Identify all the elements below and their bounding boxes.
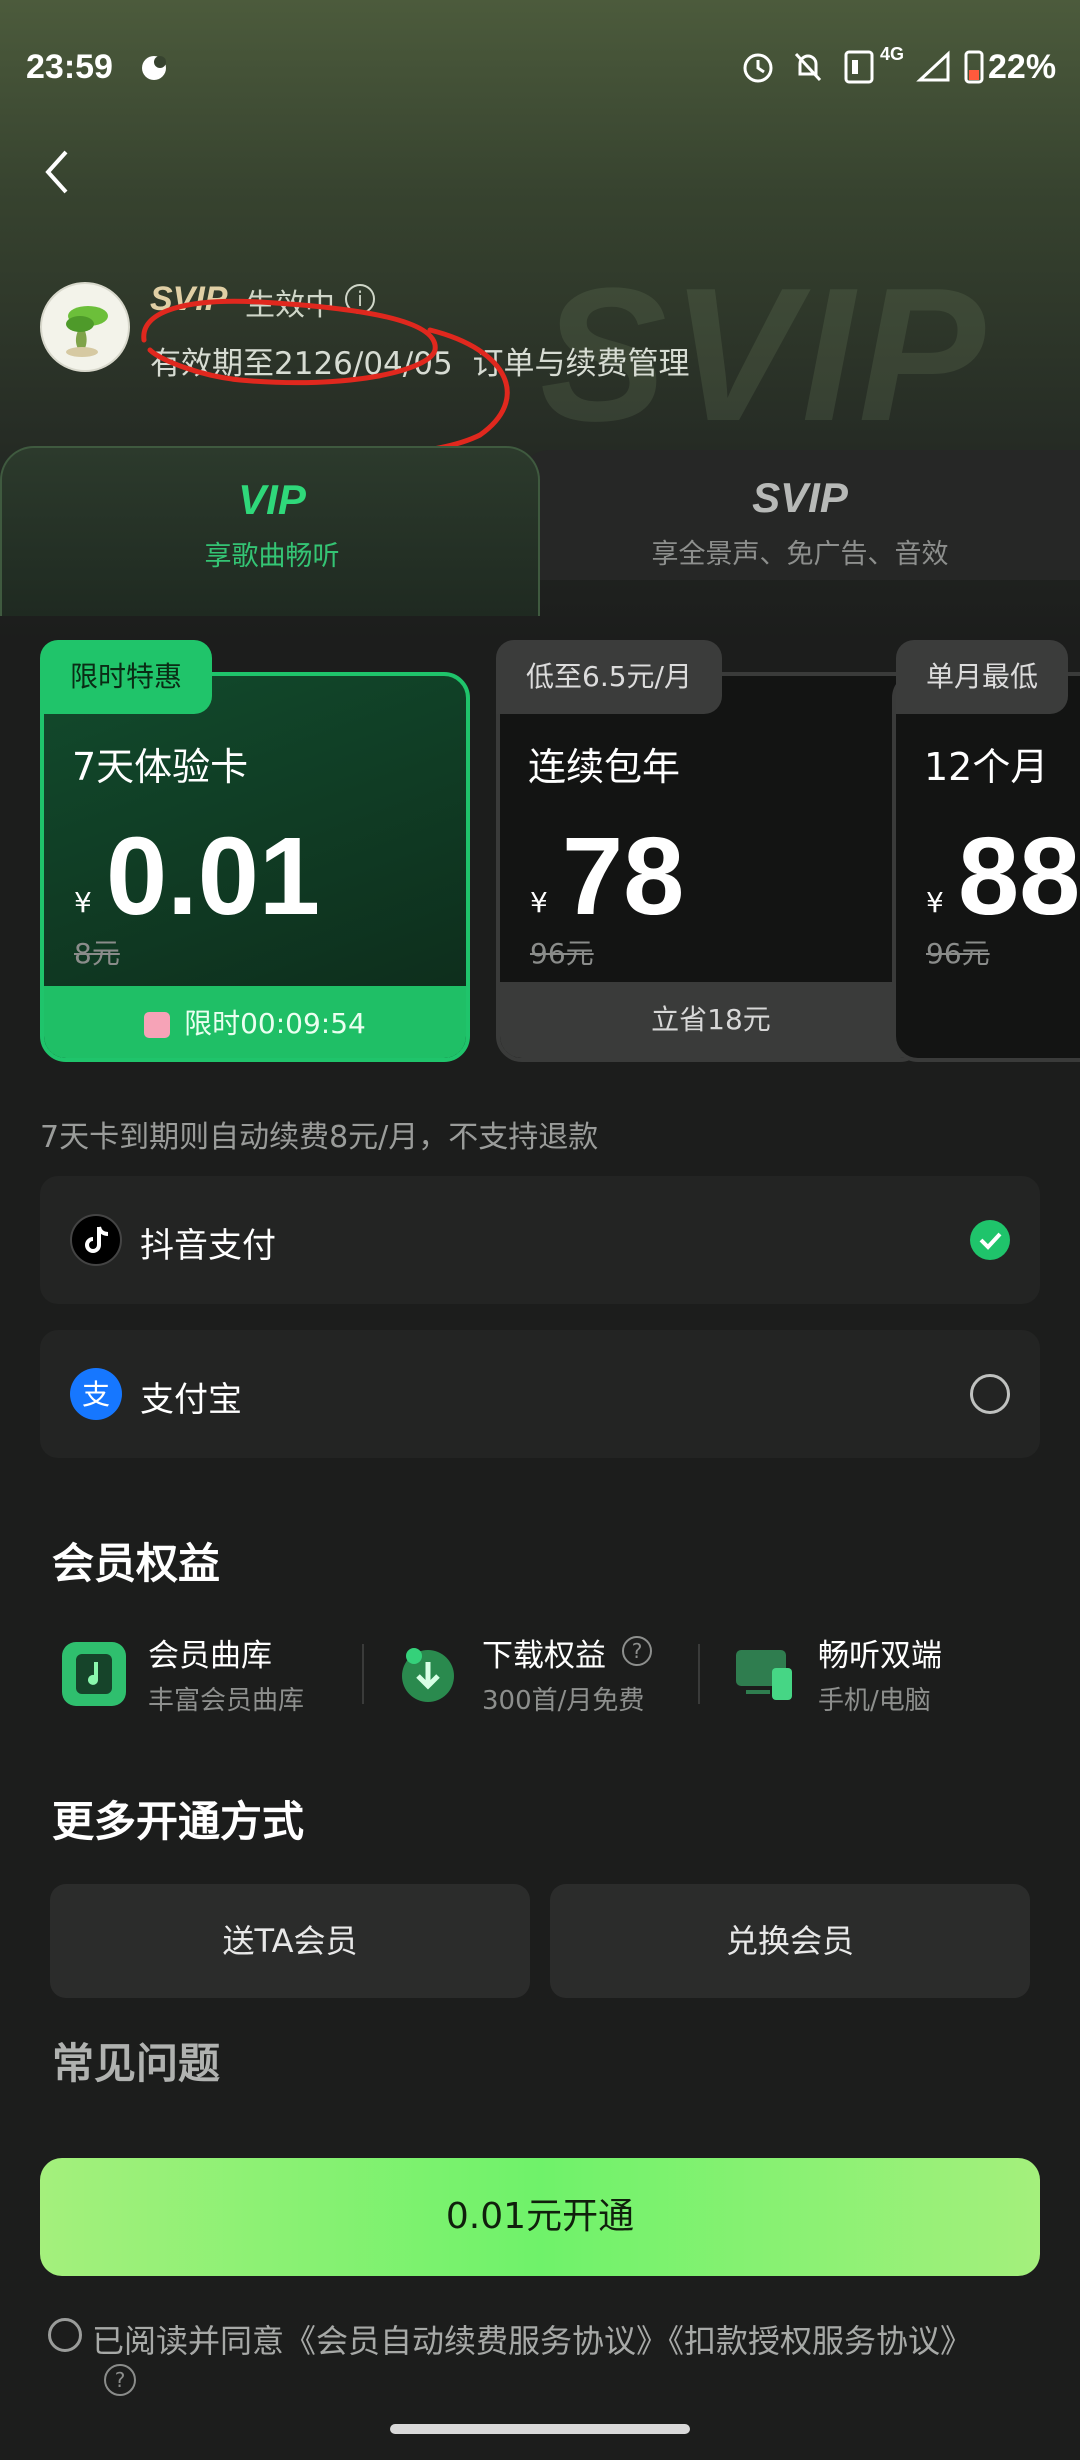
product-tag: 单月最低 <box>896 640 1069 714</box>
avatar-image <box>66 306 108 357</box>
back-button[interactable] <box>36 144 80 200</box>
benefit-name: 畅听双端 <box>818 1638 942 1674</box>
original-price: 96元 <box>530 937 594 970</box>
network-type: 4G <box>880 44 905 64</box>
benefit-desc: 手机/电脑 <box>818 1686 931 1716</box>
alarm-icon <box>740 46 776 86</box>
multi-device-icon <box>732 1642 796 1706</box>
chevron-left-icon <box>45 150 68 194</box>
original-price: 8元 <box>74 937 120 970</box>
benefit-name: 下载权益 <box>482 1638 606 1674</box>
info-icon[interactable]: i <box>345 284 375 314</box>
agreement-checkbox[interactable] <box>48 2318 82 2352</box>
home-indicator[interactable] <box>390 2424 690 2434</box>
help-icon[interactable]: ? <box>622 1636 652 1666</box>
order-manage-link[interactable]: 订单与续费管理 <box>473 346 690 382</box>
divider <box>698 1644 700 1704</box>
product-card-trial[interactable]: 7天体验卡 ¥ 0.01 8元 限时00:09:54 <box>40 672 470 1062</box>
sim-icon <box>842 46 876 86</box>
product-price: 78 <box>562 815 685 938</box>
checked-icon[interactable] <box>970 1220 1010 1260</box>
tab-vip-title: VIP <box>238 476 306 523</box>
redeem-membership-button[interactable]: 兑换会员 <box>550 1884 1030 1998</box>
benefit-desc: 丰富会员曲库 <box>148 1686 305 1716</box>
product-tag: 低至6.5元/月 <box>496 640 722 714</box>
agreement-help-icon[interactable]: ? <box>104 2364 136 2396</box>
douyin-pay-icon <box>70 1214 122 1266</box>
member-expire: 有效期至2126/04/05 订单与续费管理 <box>150 338 690 383</box>
battery-icon <box>962 46 986 86</box>
mute-icon <box>790 46 826 86</box>
product-price: 88 <box>958 815 1080 938</box>
tab-svip-title: SVIP <box>752 474 848 521</box>
more-methods-title: 更多开通方式 <box>52 1797 305 1846</box>
product-price: 0.01 <box>106 815 321 938</box>
countdown-text: 限时00:09:54 <box>184 1007 366 1040</box>
benefit-name: 会员曲库 <box>148 1638 272 1674</box>
product-name: 连续包年 <box>528 745 681 789</box>
benefits-title: 会员权益 <box>52 1539 221 1588</box>
member-level-badge: SVIP <box>150 280 228 318</box>
product-card-12month[interactable]: 12个月 ¥ 88 96元 <box>892 672 1080 1062</box>
gift-icon <box>144 1012 171 1038</box>
battery-percent: 22% <box>988 48 1057 86</box>
product-card-annual[interactable]: 连续包年 ¥ 78 96元 立省18元 <box>496 672 926 1062</box>
currency-symbol: ¥ <box>926 886 944 919</box>
download-icon <box>396 1642 460 1706</box>
tab-vip-subtitle: 享歌曲畅听 <box>204 541 340 572</box>
member-status: 生效中 <box>245 288 335 323</box>
savings-footer: 立省18元 <box>500 982 922 1058</box>
currency-symbol: ¥ <box>74 886 92 919</box>
auto-renew-note: 7天卡到期则自动续费8元/月，不支持退款 <box>40 1120 599 1155</box>
gift-membership-button[interactable]: 送TA会员 <box>50 1884 530 1998</box>
product-tag-hot: 限时特惠 <box>40 640 213 714</box>
payment-label: 支付宝 <box>140 1380 242 1420</box>
countdown-footer: 限时00:09:54 <box>44 986 466 1058</box>
expire-date: 有效期至2126/04/05 <box>150 346 453 382</box>
purchase-button[interactable]: 0.01元开通 <box>40 2158 1040 2276</box>
currency-symbol: ¥ <box>530 886 548 919</box>
original-price: 96元 <box>926 937 990 970</box>
avatar[interactable] <box>40 282 130 372</box>
payment-label: 抖音支付 <box>140 1226 276 1266</box>
payment-option-douyin[interactable]: 抖音支付 <box>40 1176 1040 1304</box>
product-name: 7天体验卡 <box>72 745 249 789</box>
svg-text:支: 支 <box>82 1378 110 1411</box>
faq-title: 常见问题 <box>52 2039 221 2088</box>
benefit-desc: 300首/月免费 <box>482 1686 645 1716</box>
tab-svip-subtitle: 享全景声、免广告、音效 <box>651 539 949 570</box>
status-time: 23:59 <box>26 48 113 86</box>
notification-app-icon <box>140 46 174 86</box>
product-name: 12个月 <box>924 745 1049 789</box>
alipay-icon: 支 <box>70 1368 122 1420</box>
divider <box>362 1644 364 1704</box>
tab-svip[interactable]: SVIP 享全景声、免广告、音效 <box>520 450 1080 580</box>
tab-vip[interactable]: VIP 享歌曲畅听 <box>0 446 540 616</box>
agreement-text[interactable]: 已阅读并同意《会员自动续费服务协议》《扣款授权服务协议》 <box>92 2316 972 2362</box>
radio-unchecked-icon[interactable] <box>970 1374 1010 1414</box>
payment-option-alipay[interactable]: 支 支付宝 <box>40 1330 1040 1458</box>
music-library-icon <box>62 1642 126 1706</box>
signal-icon <box>916 46 952 86</box>
